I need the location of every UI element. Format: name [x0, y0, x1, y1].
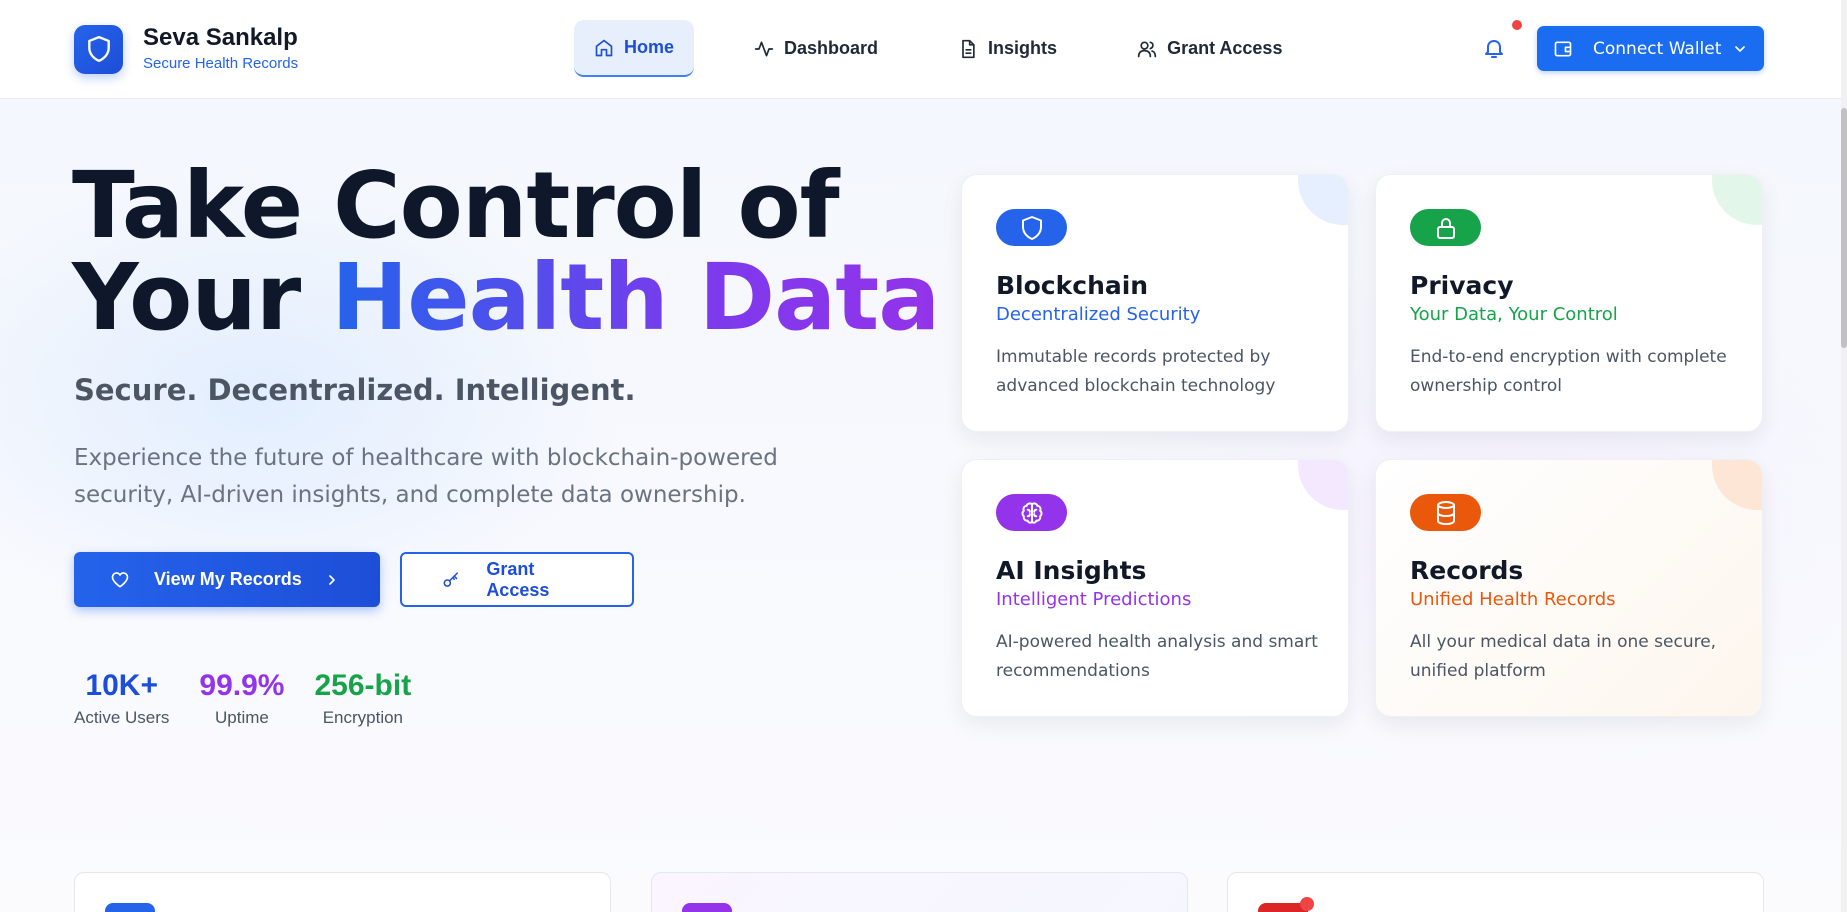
home-icon — [595, 39, 613, 56]
users-icon — [1137, 41, 1157, 57]
feature-card-records[interactable]: Records Unified Health Records All your … — [1375, 459, 1763, 717]
feature-description: End-to-end encryption with complete owne… — [1410, 347, 1727, 396]
heart-icon — [111, 571, 129, 587]
feature-title: Blockchain — [996, 271, 1149, 300]
feature-description: AI-powered health analysis and smart rec… — [996, 632, 1318, 681]
bottom-card-2[interactable] — [651, 872, 1188, 912]
stat-uptime: 99.9% Uptime — [199, 668, 284, 728]
bell-icon[interactable] — [1482, 36, 1506, 60]
nav-grant-access[interactable]: Grant Access — [1117, 20, 1302, 77]
feature-title: Records — [1410, 556, 1524, 585]
nav-home[interactable]: Home — [574, 20, 695, 77]
hero-tagline: Secure. Decentralized. Intelligent. — [74, 373, 636, 407]
feature-card-ai-insights[interactable]: AI Insights Intelligent Predictions AI-p… — [961, 459, 1349, 717]
notification-badge — [1512, 20, 1522, 30]
chevron-down-icon — [1735, 45, 1745, 52]
nav-insights-label: Insights — [988, 38, 1058, 58]
grant-access-button[interactable]: Grant Access — [400, 552, 634, 607]
database-icon — [1410, 494, 1481, 531]
lock-icon — [1410, 209, 1481, 246]
chevron-right-icon — [328, 574, 335, 585]
feature-title: Privacy — [1410, 271, 1514, 300]
view-records-label: View My Records — [154, 569, 302, 589]
page-scrollbar[interactable] — [1841, 0, 1847, 912]
hero-title-highlight: Health Data — [331, 244, 940, 351]
connect-wallet-button[interactable]: Connect Wallet — [1537, 26, 1764, 71]
stat-value: 256-bit — [314, 669, 412, 702]
feature-subtitle: Your Data, Your Control — [1410, 304, 1618, 325]
nav-insights[interactable]: Insights — [938, 20, 1077, 77]
bottom-card-icon — [105, 903, 155, 912]
stat-label: Uptime — [215, 708, 269, 727]
top-navbar: Seva Sankalp Secure Health Records Home … — [0, 0, 1847, 99]
activity-icon — [754, 41, 774, 57]
brand-name: Seva Sankalp — [143, 24, 298, 51]
bottom-card-3[interactable] — [1227, 872, 1764, 912]
stat-encryption: 256-bit Encryption — [315, 668, 412, 728]
nav-grant-access-label: Grant Access — [1167, 38, 1283, 58]
wallet-icon — [1554, 41, 1572, 56]
hero-title-line2: Your — [72, 244, 332, 351]
shield-icon — [74, 24, 123, 74]
stat-value: 10K+ — [85, 669, 158, 702]
hero-title: Take Control of Your Health Data — [72, 152, 940, 344]
stat-value: 99.9% — [199, 669, 285, 702]
key-icon — [443, 571, 459, 587]
bottom-card-icon — [682, 903, 732, 912]
hero-title-line1: Take Control of — [72, 152, 840, 259]
stat-active-users: 10K+ Active Users — [74, 668, 169, 728]
feature-description: All your medical data in one secure, uni… — [1410, 632, 1717, 681]
brand[interactable]: Seva Sankalp Secure Health Records — [74, 24, 298, 74]
feature-subtitle: Intelligent Predictions — [996, 589, 1192, 610]
connect-wallet-label: Connect Wallet — [1593, 38, 1722, 59]
hero-description: Experience the future of healthcare with… — [74, 445, 778, 508]
nav-dashboard[interactable]: Dashboard — [734, 20, 898, 77]
feature-title: AI Insights — [996, 556, 1147, 585]
grant-access-label: Grant Access — [486, 558, 550, 600]
nav-dashboard-label: Dashboard — [784, 38, 879, 58]
shield-icon — [996, 209, 1067, 246]
main-nav: Home Dashboard Insights Grant Access — [574, 20, 1302, 77]
view-records-button[interactable]: View My Records — [74, 552, 380, 607]
feature-subtitle: Decentralized Security — [996, 304, 1201, 325]
stat-label: Active Users — [74, 708, 170, 727]
document-icon — [962, 39, 975, 58]
bottom-card-1[interactable] — [74, 872, 611, 912]
brand-tagline: Secure Health Records — [143, 55, 299, 72]
stats-row: 10K+ Active Users 99.9% Uptime 256-bit E… — [74, 668, 441, 728]
feature-card-privacy[interactable]: Privacy Your Data, Your Control End-to-e… — [1375, 174, 1763, 432]
bottom-card-badge — [1300, 897, 1314, 911]
stat-label: Encryption — [322, 708, 404, 727]
feature-card-blockchain[interactable]: Blockchain Decentralized Security Immuta… — [961, 174, 1349, 432]
scrollbar-thumb[interactable] — [1841, 108, 1847, 348]
feature-subtitle: Unified Health Records — [1410, 589, 1616, 610]
nav-home-label: Home — [624, 37, 675, 57]
brain-icon — [996, 494, 1067, 531]
feature-description: Immutable records protected by advanced … — [996, 347, 1276, 396]
